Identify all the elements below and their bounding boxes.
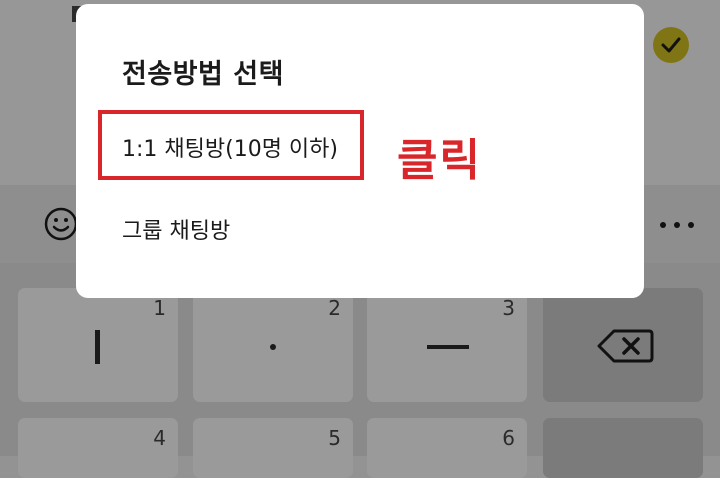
vertical-bar-symbol bbox=[95, 330, 100, 364]
dash-symbol bbox=[427, 345, 469, 349]
key-5[interactable]: 5 bbox=[193, 418, 353, 478]
key-number: 3 bbox=[502, 296, 515, 320]
confirm-button[interactable] bbox=[653, 27, 689, 63]
key-number: 4 bbox=[153, 426, 166, 450]
option-group-chat[interactable]: 그룹 채팅방 bbox=[122, 213, 230, 245]
backspace-icon bbox=[597, 329, 654, 363]
key-number: 6 bbox=[502, 426, 515, 450]
dialog-title: 전송방법 선택 bbox=[122, 59, 284, 90]
check-icon bbox=[661, 37, 681, 53]
click-annotation: 클릭 bbox=[397, 135, 482, 186]
key-extra[interactable] bbox=[543, 418, 703, 478]
more-icon[interactable] bbox=[660, 213, 694, 237]
key-number: 2 bbox=[328, 296, 341, 320]
key-4[interactable]: 4 bbox=[18, 418, 178, 478]
send-method-dialog: 전송방법 선택 1:1 채팅방(10명 이하) 그룹 채팅방 클릭 bbox=[76, 4, 644, 298]
key-6[interactable]: 6 bbox=[367, 418, 527, 478]
dot-symbol bbox=[270, 344, 276, 350]
key-number: 5 bbox=[328, 426, 341, 450]
option-one-to-one-chat[interactable]: 1:1 채팅방(10명 이하) bbox=[122, 131, 338, 163]
key-number: 1 bbox=[153, 296, 166, 320]
smiley-icon[interactable] bbox=[43, 206, 79, 242]
